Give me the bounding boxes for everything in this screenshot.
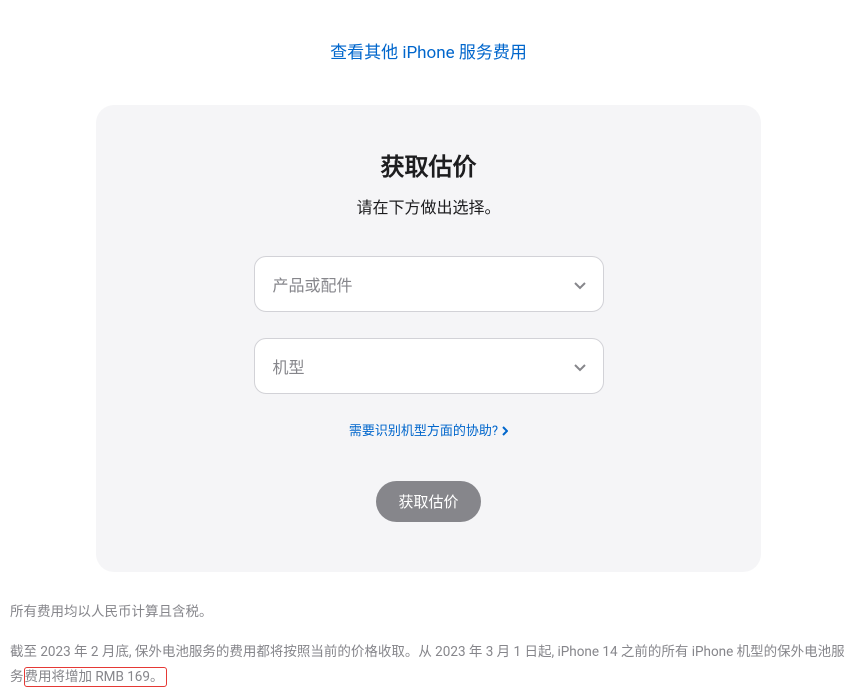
top-link-section: 查看其他 iPhone 服务费用: [0, 0, 857, 83]
model-select-placeholder: 机型: [273, 354, 305, 378]
help-link-label: 需要识别机型方面的协助?: [349, 420, 498, 439]
card-subtitle: 请在下方做出选择。: [136, 194, 721, 218]
model-select[interactable]: 机型: [254, 338, 604, 394]
product-select-wrapper: 产品或配件: [254, 256, 604, 312]
product-select[interactable]: 产品或配件: [254, 256, 604, 312]
footer-price-note: 截至 2023 年 2 月底, 保外电池服务的费用都将按照当前的价格收取。从 2…: [10, 640, 847, 691]
estimate-card: 获取估价 请在下方做出选择。 产品或配件 机型 需要识别机型方面的协助? 获取估…: [96, 105, 761, 572]
other-services-link[interactable]: 查看其他 iPhone 服务费用: [330, 43, 527, 63]
chevron-right-icon: [502, 425, 508, 435]
price-increase-highlight: 费用将增加 RMB 169。: [24, 667, 168, 687]
model-select-wrapper: 机型: [254, 338, 604, 394]
footer-tax-note: 所有费用均以人民币计算且含税。: [10, 600, 847, 626]
identify-model-help-link[interactable]: 需要识别机型方面的协助?: [349, 420, 508, 439]
get-estimate-button[interactable]: 获取估价: [376, 481, 480, 522]
submit-row: 获取估价: [136, 481, 721, 522]
card-title: 获取估价: [136, 147, 721, 182]
footer-notes: 所有费用均以人民币计算且含税。 截至 2023 年 2 月底, 保外电池服务的费…: [0, 572, 857, 691]
product-select-placeholder: 产品或配件: [273, 272, 353, 296]
chevron-down-icon: [573, 359, 587, 373]
chevron-down-icon: [573, 277, 587, 291]
